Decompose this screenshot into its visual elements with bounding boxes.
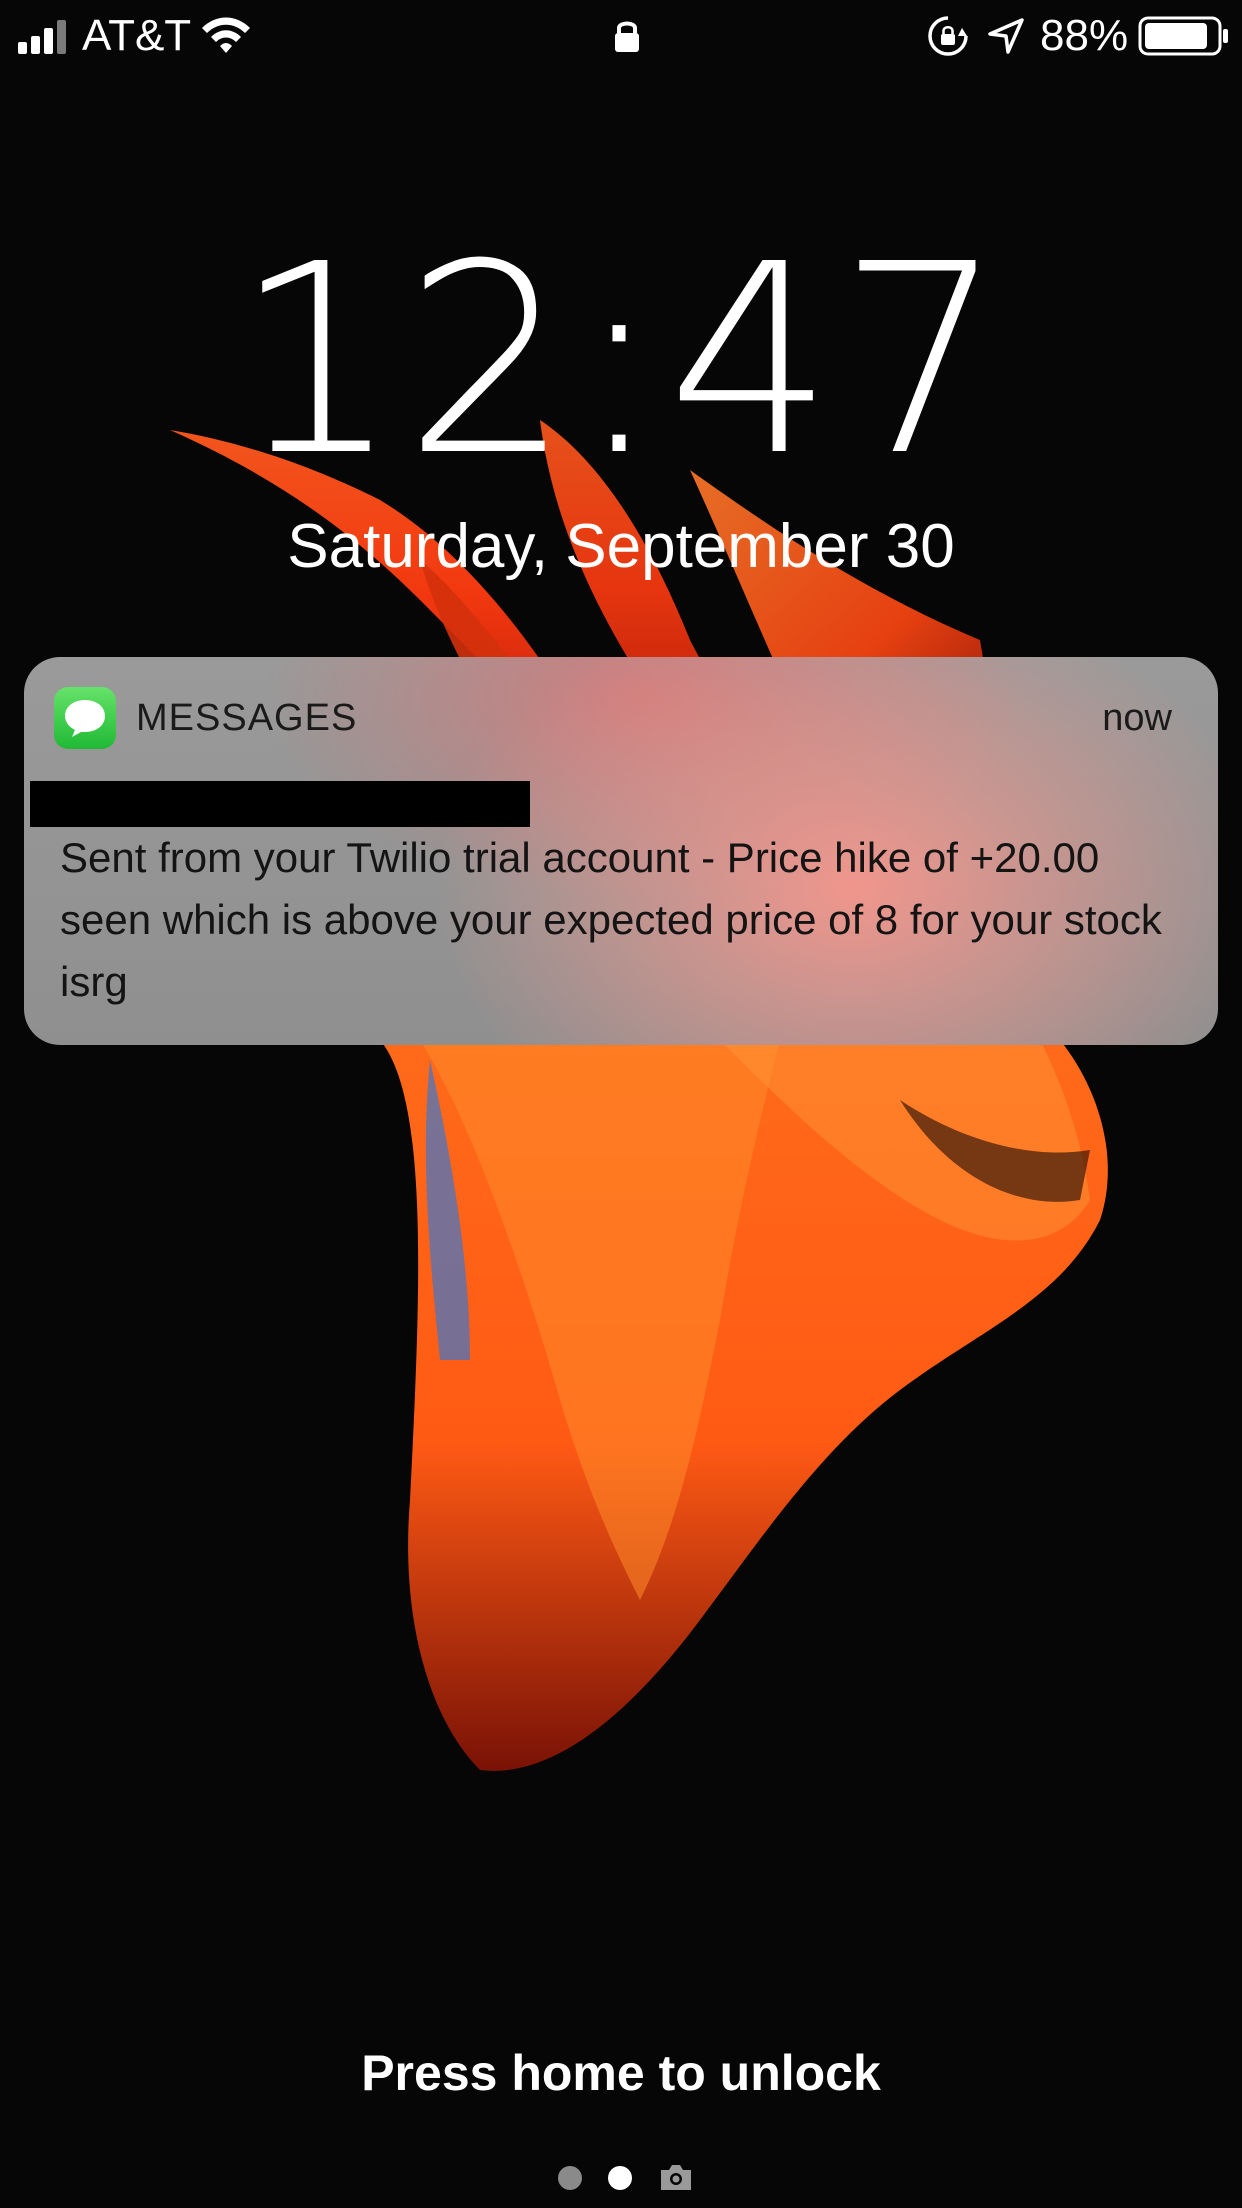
lock-screen-time: 12:47 (233, 208, 1009, 513)
redacted-sender (30, 781, 530, 827)
camera-icon[interactable] (658, 2162, 694, 2192)
location-icon (988, 18, 1024, 54)
notification-message: Sent from your Twilio trial account - Pr… (60, 834, 1162, 1005)
lock-icon (615, 21, 639, 52)
messages-icon (54, 687, 116, 749)
notification-app-name: MESSAGES (136, 697, 358, 739)
lock-screen-date: Saturday, September 30 (287, 512, 955, 581)
battery-percent: 88% (1040, 11, 1129, 60)
lock-screen: AT&T 88% 12:47 Saturday, September 30 ME… (0, 0, 1242, 2208)
page-dot[interactable] (558, 2166, 582, 2190)
notification-time: now (1102, 697, 1172, 739)
page-indicator[interactable] (0, 2158, 1242, 2198)
unlock-hint: Press home to unlock (361, 2045, 881, 2101)
rotation-lock-icon (928, 16, 968, 56)
wifi-icon (202, 17, 250, 53)
page-dot-current[interactable] (608, 2166, 632, 2190)
message-notification[interactable]: MESSAGES now Sent from your Twilio trial… (24, 657, 1218, 1045)
signal-icon (18, 20, 66, 54)
carrier-label: AT&T (82, 11, 192, 60)
battery-icon (1138, 16, 1228, 56)
status-bar: AT&T 88% (0, 0, 1242, 72)
